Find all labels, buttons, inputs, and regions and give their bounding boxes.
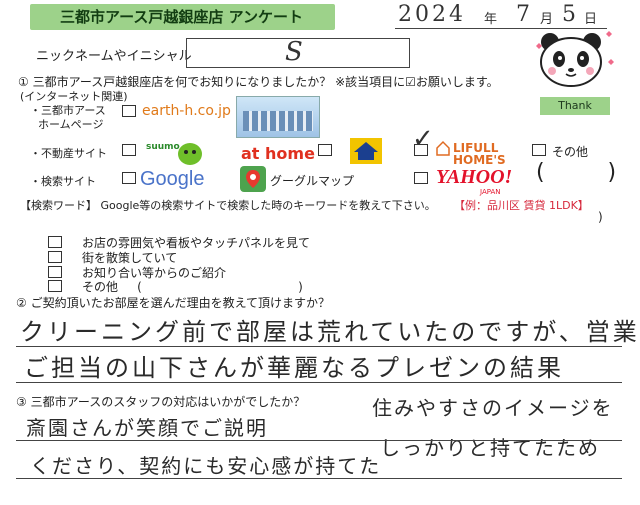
keyword-label: 【検索ワード】 Google等の検索サイトで検索した時のキーワードを教えて下さい… <box>20 199 436 212</box>
thank-banner: Thank <box>540 97 610 115</box>
keyword-example: 【例：品川区 賃貸 1LDK】 <box>454 199 589 212</box>
suumo-mascot-icon <box>176 140 204 166</box>
googlemap-checkbox[interactable] <box>414 172 428 184</box>
yahoo-logo: YAHOO! <box>436 166 513 188</box>
search-label: ・検索サイト <box>30 175 96 188</box>
q3-text: ③ 三都市アースのスタッフの対応はいかがでしたか？ <box>16 395 306 409</box>
google-logo: Google <box>140 168 205 190</box>
q3-answer-line-rule-2 <box>16 478 622 479</box>
google-maps-icon <box>240 166 266 192</box>
lifull-homes-logo: LIFULL HOME'S <box>453 141 506 167</box>
q3-answer-left-line-1: 斎園さんが笑顔でご説明 <box>26 416 268 440</box>
search-other-paren: ( ) <box>536 160 617 185</box>
nickname-value: S <box>285 37 303 67</box>
homepage-thumbnail <box>236 96 320 138</box>
yahoo-japan-label: JAPAN <box>480 188 501 196</box>
panda-icon <box>528 28 618 98</box>
date-year: 2024 <box>398 2 466 27</box>
handwritten-check-mark: ✓ <box>412 124 434 154</box>
q2-text: ② ご契約頂いたお部屋を選んだ理由を教えて頂けますか？ <box>16 296 330 310</box>
offline-option-4: その他 ( ) <box>82 280 303 294</box>
offline-checkbox-3[interactable] <box>48 266 62 278</box>
date-month-unit: 月 <box>540 12 554 27</box>
offline-checkbox-1[interactable] <box>48 236 62 248</box>
realestate-other-checkbox[interactable] <box>532 144 546 156</box>
suumo-checkbox[interactable] <box>122 144 136 156</box>
q2-answer-line-rule-2 <box>16 382 622 383</box>
nickname-label: ニックネームやイニシャル <box>36 49 192 64</box>
q2-answer-line-1: クリーニング前で部屋は荒れていたのですが、営業 <box>20 318 640 346</box>
realestate-other-label: その他 <box>552 145 589 159</box>
google-checkbox[interactable] <box>122 172 136 184</box>
realestate-label: ・不動産サイト <box>30 147 107 160</box>
offline-checkbox-2[interactable] <box>48 251 62 263</box>
nickname-field[interactable]: S <box>186 37 410 68</box>
earth-site-logo: earth-h.co.jp <box>142 103 231 119</box>
homepage-checkbox[interactable] <box>122 105 136 117</box>
date-year-unit: 年 <box>484 12 498 27</box>
suumo-logo: suumo <box>146 142 180 152</box>
athome-logo: at home <box>241 144 315 163</box>
date-month: 7 <box>516 2 530 27</box>
keyword-close-paren: ) <box>598 210 603 224</box>
athome-checkbox[interactable] <box>318 144 332 156</box>
homepage-label-2: ホームページ <box>38 118 104 131</box>
q2-answer-line-rule-1 <box>16 346 622 347</box>
q3-answer-left-line-2: くださり、契約にも安心感が持てた <box>30 454 382 478</box>
offline-checkbox-4[interactable] <box>48 280 62 292</box>
survey-title: 三都市アース戸越銀座店 アンケート <box>30 4 335 30</box>
q3-answer-right-line-2: しっかりと持てたため <box>380 436 600 460</box>
date-day-unit: 日 <box>584 12 598 27</box>
googlemap-label: グーグルマップ <box>270 174 355 188</box>
q3-answer-line-rule-1 <box>16 440 622 441</box>
house-company-logo <box>350 138 382 164</box>
lifull-house-icon <box>436 140 450 156</box>
q3-answer-right-line-1: 住みやすさのイメージを <box>372 396 614 420</box>
date-day: 5 <box>562 2 576 27</box>
q2-answer-line-2: ご担当の山下さんが華麗なるプレゼンの結果 <box>24 354 564 382</box>
